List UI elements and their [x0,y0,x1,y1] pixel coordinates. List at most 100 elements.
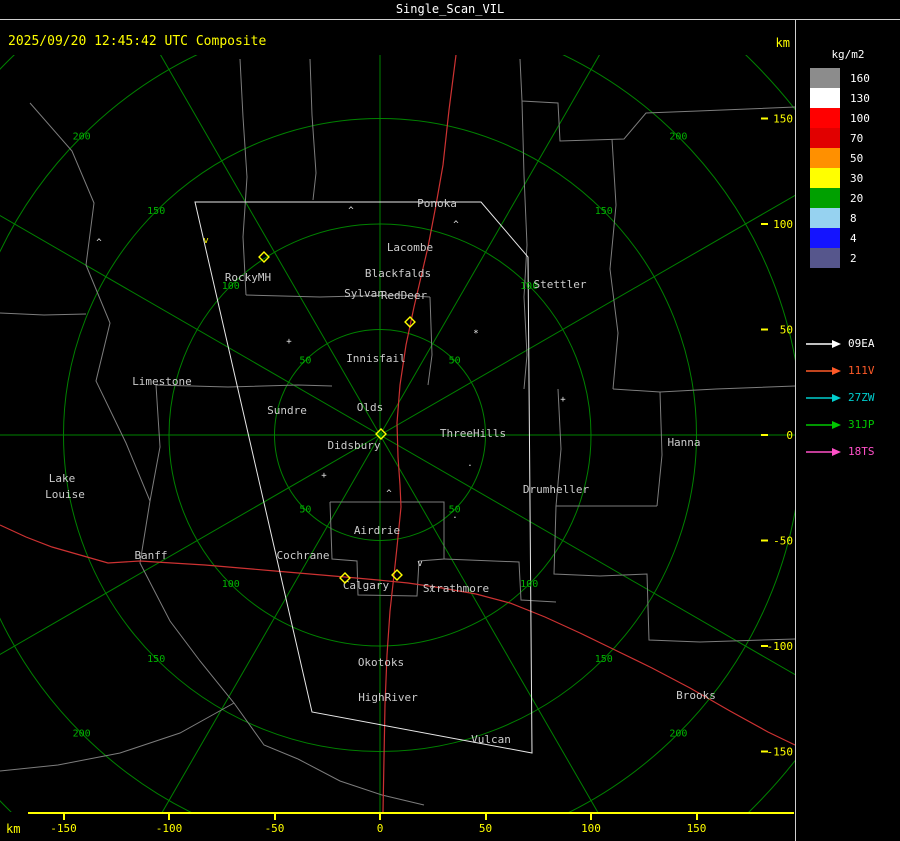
right-axis-label: -50 [773,535,793,548]
range-label: 50 [449,355,461,366]
bottom-axis-tick [484,814,487,820]
point-marker: ^ [96,238,102,248]
colorbar-row: 160 [810,68,900,88]
colorbar-value: 30 [850,171,864,185]
right-axis-label: 150 [773,113,793,126]
right-axis-label: -150 [767,746,794,759]
scan-timestamp: 2025/09/20 12:45:42 UTC Composite [8,34,267,49]
city-label-ponoka: Ponoka [417,197,457,210]
county-boundary [612,385,795,393]
colorbar-row: 130 [810,88,900,108]
colorbar-row: 70 [810,128,900,148]
colorbar-swatch [810,88,840,108]
colorbar-row: 4 [810,228,900,248]
colorbar: 160 130 100 70 50 30 20 8 4 2 [810,68,900,268]
city-label-stettler: Stettler [534,278,587,291]
bottom-axis-label: 0 [376,822,384,835]
colorbar-value: 50 [850,151,864,165]
county-boundary [609,138,619,390]
city-label-cochrane: Cochrane [277,549,330,562]
bottom-axis-tick [695,814,698,820]
range-label: 150 [147,206,165,217]
right-axis-label: -100 [767,640,794,653]
county-boundary [656,391,663,507]
colorbar-row: 50 [810,148,900,168]
bottom-axis-tick [168,814,170,820]
radar-arrow-icon [806,339,841,348]
colorbar-value: 4 [850,231,857,245]
point-marker: + [560,395,566,405]
bottom-axis-tick [590,814,592,820]
city-label-hanna: Hanna [667,436,700,449]
city-label-threehills: ThreeHills [440,427,506,440]
city-label-innisfail: Innisfail [346,352,406,365]
city-label-drumheller: Drumheller [523,483,590,496]
radar-arrow-icon [806,393,841,402]
legend-row: 18TS [804,438,900,465]
highway-line [0,524,795,746]
bottom-axis: km -150 -100 -50 0 50 100 150 [0,812,795,841]
city-label-banff: Banff [134,549,167,562]
radar-map-area: 50 100 150 200 50 100 150 200 50 100 150 200 50 100 15… [0,55,795,812]
range-label: 200 [669,132,687,143]
radar-arrow-icon [806,366,841,375]
city-label-vulcan: Vulcan [471,733,511,746]
county-boundary [443,558,557,603]
radar-id-label: 31JP [848,418,875,431]
radar-id-label: 111V [848,364,875,377]
bottom-axis-tick [62,814,65,820]
colorbar-swatch [810,108,840,128]
bottom-axis-line [28,812,794,814]
point-marker: v [417,559,422,569]
bottom-axis-label: -50 [264,822,285,835]
range-label: 200 [73,132,91,143]
colorbar-value: 160 [850,71,870,85]
window-titlebar: Single_Scan_VIL [0,0,900,20]
range-label: 50 [299,355,311,366]
colorbar-title: kg/m2 [831,48,865,61]
radar-map[interactable]: 5010015020050100150200501001502005010015… [0,55,795,812]
city-label-okotoks: Okotoks [358,656,404,669]
range-label: 150 [147,654,165,665]
city-label-airdrie: Airdrie [354,524,400,537]
colorbar-value: 20 [850,191,864,205]
colorbar-swatch [810,128,840,148]
radar-site-legend: 09EA 111V 27ZW 31JP 18TS [804,330,900,465]
range-label: 200 [73,728,91,739]
radar-id-label: 18TS [848,445,875,458]
bottom-axis-unit: km [6,822,21,836]
city-label-olds: Olds [357,401,384,414]
colorbar-swatch [810,188,840,208]
colorbar-swatch [810,148,840,168]
city-label-blackfalds: Blackfalds [365,267,431,280]
range-label: 100 [520,579,538,590]
colorbar-value: 70 [850,131,864,145]
colorbar-row: 30 [810,168,900,188]
point-marker: + [286,337,292,347]
city-label-reddeer: RedDeer [381,289,428,302]
city-label-limestone: Limestone [132,375,192,388]
county-boundary [521,100,528,390]
city-label-rockymh: RockyMH [225,271,271,284]
colorbar-row: 2 [810,248,900,268]
bottom-axis-label: 100 [581,822,601,835]
range-label: 50 [299,505,311,516]
county-boundary [149,384,161,502]
city-label-calgary: Calgary [343,579,390,592]
point-marker: * [473,329,478,339]
county-boundary [0,702,235,772]
right-axis-label: 0 [786,429,793,442]
colorbar-row: 100 [810,108,900,128]
colorbar-swatch [810,68,840,88]
radar-arrow-icon [806,447,841,456]
city-label-brooks: Brooks [676,689,716,702]
city-label-lake: Lake [49,472,76,485]
point-marker: . [467,459,472,469]
range-label: 150 [595,206,613,217]
colorbar-swatch [810,168,840,188]
colorbar-swatch [810,228,840,248]
city-label-didsbury: Didsbury [328,439,381,452]
bottom-axis-label: -150 [50,822,77,835]
city-label-sylvan: Sylvan [344,287,384,300]
colorbar-value: 130 [850,91,870,105]
